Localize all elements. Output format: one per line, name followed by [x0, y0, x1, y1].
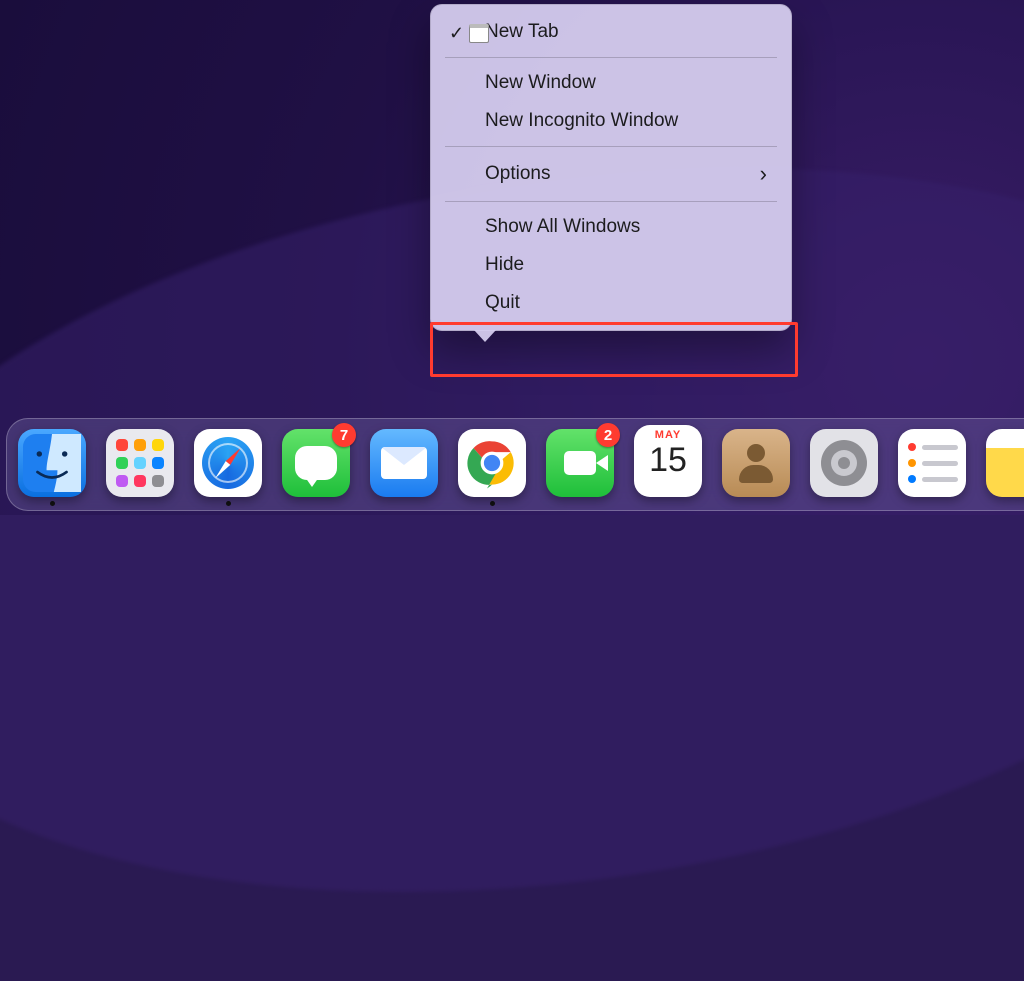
dock-app-launchpad[interactable] — [105, 429, 175, 506]
menu-label: Quit — [485, 292, 520, 314]
menu-label: New Window — [485, 72, 596, 94]
launchpad-icon — [106, 429, 174, 497]
menu-item-quit[interactable]: Quit — [431, 284, 791, 322]
running-indicator — [50, 501, 55, 506]
dock-app-messages[interactable]: 7 — [281, 429, 351, 506]
dock-app-finder[interactable] — [17, 429, 87, 506]
menu-separator — [445, 57, 777, 58]
menu-item-new-incognito[interactable]: New Incognito Window — [431, 102, 791, 140]
safari-icon — [194, 429, 262, 497]
calendar-day: 15 — [649, 443, 687, 477]
reminders-icon — [898, 429, 966, 497]
chevron-right-icon: › — [760, 161, 767, 187]
dock-app-chrome[interactable] — [457, 429, 527, 506]
window-icon — [469, 24, 489, 43]
dock-app-calendar[interactable]: MAY 15 — [633, 425, 703, 506]
menu-label: Show All Windows — [485, 216, 640, 238]
dock-context-menu: ✓ New Tab New Window New Incognito Windo… — [430, 4, 792, 331]
badge: 2 — [596, 423, 620, 447]
dock-app-contacts[interactable] — [721, 429, 791, 506]
settings-icon — [810, 429, 878, 497]
chrome-icon — [458, 429, 526, 497]
menu-label: New Incognito Window — [485, 110, 678, 132]
dock: 7 2 MAY 15 — [6, 418, 1024, 511]
dock-app-notes[interactable] — [985, 429, 1024, 506]
badge: 7 — [332, 423, 356, 447]
notes-icon — [986, 429, 1024, 497]
menu-item-hide[interactable]: Hide — [431, 246, 791, 284]
dock-app-reminders[interactable] — [897, 429, 967, 506]
menu-item-new-tab[interactable]: ✓ New Tab — [431, 13, 791, 51]
finder-icon — [18, 429, 86, 497]
calendar-icon: MAY 15 — [634, 425, 702, 497]
running-indicator — [490, 501, 495, 506]
menu-separator — [445, 201, 777, 202]
contacts-icon — [722, 429, 790, 497]
facetime-icon: 2 — [546, 429, 614, 497]
menu-label: New Tab — [485, 21, 559, 43]
dock-area: 7 2 MAY 15 — [0, 410, 1024, 515]
menu-separator — [445, 146, 777, 147]
menu-item-show-all-windows[interactable]: Show All Windows — [431, 208, 791, 246]
dock-app-mail[interactable] — [369, 429, 439, 506]
menu-label: Hide — [485, 254, 524, 276]
running-indicator — [226, 501, 231, 506]
dock-app-settings[interactable] — [809, 429, 879, 506]
mail-icon — [370, 429, 438, 497]
menu-item-new-window[interactable]: New Window — [431, 64, 791, 102]
calendar-month: MAY — [655, 429, 681, 441]
messages-icon: 7 — [282, 429, 350, 497]
dock-app-facetime[interactable]: 2 — [545, 429, 615, 506]
menu-label: Options — [485, 163, 550, 185]
checkmark-icon: ✓ — [449, 23, 464, 44]
menu-item-options[interactable]: Options › — [431, 153, 791, 195]
dock-app-safari[interactable] — [193, 429, 263, 506]
